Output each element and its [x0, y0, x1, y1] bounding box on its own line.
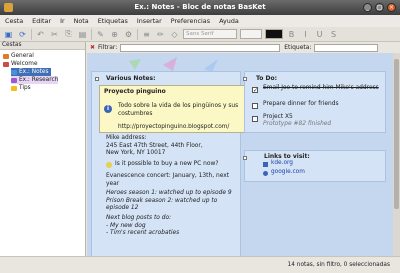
close-button[interactable]: × — [387, 3, 396, 12]
basket-icon — [11, 77, 17, 83]
tree-item-welcome[interactable]: Welcome — [3, 60, 38, 68]
minimize-button[interactable]: _ — [363, 3, 372, 12]
tag-filter-combo[interactable] — [314, 43, 379, 52]
paste-icon[interactable]: ▤ — [77, 29, 88, 40]
lightbulb-icon — [106, 161, 112, 168]
basket-icon — [11, 85, 17, 91]
collapse-toggle[interactable] — [243, 77, 247, 81]
font-combo[interactable]: Sans Serif — [183, 29, 237, 39]
address-line: Mike address: — [106, 135, 147, 141]
menu-nota[interactable]: Nota — [74, 17, 89, 25]
address-note[interactable]: Mike address: 245 East 47th Street, 44th… — [106, 135, 203, 158]
italic-icon[interactable]: I — [300, 29, 311, 40]
menu-etiquetas[interactable]: Etiquetas — [98, 17, 128, 25]
question-note[interactable]: Is it possible to buy a new PC now? — [106, 161, 218, 169]
refresh-icon[interactable]: ⟳ — [17, 29, 28, 40]
menu-bar: Cesta Editar Ir Nota Etiquetas Insertar … — [0, 15, 400, 27]
link-google[interactable]: google.com — [271, 169, 305, 175]
tree-item-ex-research[interactable]: Ex.: Research — [11, 76, 59, 84]
link-kde[interactable]: kde.org — [271, 160, 293, 166]
basket-tree: Cestas General Welcome Ex.: Notes Ex.: R… — [0, 42, 86, 270]
link-icon[interactable]: ⊕ — [109, 29, 120, 40]
toolbar-separator — [31, 28, 32, 40]
various-notes-title: Various Notes: — [106, 75, 156, 82]
todo-checkbox[interactable] — [252, 103, 258, 109]
links-title: Links to visit: — [264, 153, 310, 160]
underline-icon[interactable]: U — [314, 29, 325, 40]
todo-item-text[interactable]: Email Joe to remind him Mike's address — [263, 85, 383, 93]
tip-note[interactable]: Proyecto pinguino i Todo sobre la vida d… — [99, 85, 256, 133]
settings-icon[interactable]: ⚙ — [123, 29, 134, 40]
collapse-toggle[interactable] — [243, 156, 247, 160]
filter-bar: ✖ Filtrar: Etiqueta: — [87, 42, 400, 53]
todo-item-text[interactable]: Prepare dinner for friends — [263, 101, 339, 109]
tree-item-ex-notes[interactable]: Ex.: Notes — [11, 68, 52, 76]
toolbar-separator — [137, 28, 138, 40]
scrollbar-thumb[interactable] — [394, 59, 399, 209]
menu-preferencias[interactable]: Preferencias — [171, 17, 210, 25]
menu-insertar[interactable]: Insertar — [137, 17, 162, 25]
text-color-picker[interactable] — [265, 29, 283, 39]
vertical-scrollbar[interactable] — [393, 53, 400, 256]
question-text: Is it possible to buy a new PC now? — [115, 161, 219, 167]
tree-item-general[interactable]: General — [3, 52, 34, 60]
new-basket-icon[interactable]: ▣ — [3, 29, 14, 40]
menu-ir[interactable]: Ir — [60, 17, 65, 25]
window-title: Ex.: Notes - Bloc de notas BasKet — [134, 3, 266, 11]
basket-icon — [11, 69, 17, 75]
menu-ayuda[interactable]: Ayuda — [219, 17, 239, 25]
tip-title: Proyecto pinguino — [104, 88, 166, 95]
status-bar: 14 notas, sin filtro, 0 seleccionadas — [0, 256, 400, 273]
align-icon[interactable]: ≡ — [141, 29, 152, 40]
pin-decoration-icon — [129, 59, 141, 70]
tree-item-tips[interactable]: Tips — [11, 84, 31, 92]
blog-line: Next blog posts to do: — [106, 215, 172, 221]
copy-icon[interactable]: ⎘ — [63, 29, 74, 40]
todo-title: To Do: — [256, 75, 278, 82]
collapse-toggle[interactable] — [95, 77, 99, 81]
menu-editar[interactable]: Editar — [32, 17, 51, 25]
concert-note[interactable]: Evanescence concert: January, 13th, next… — [106, 173, 229, 188]
todo-subtext: Prototype #82 finished — [263, 121, 332, 127]
tip-url[interactable]: http://proyectopinguino.blogspot.com/ — [118, 124, 229, 130]
menu-cesta[interactable]: Cesta — [5, 17, 23, 25]
filter-input[interactable] — [120, 43, 281, 52]
address-line: 245 East 47th Street, 44th Floor, — [106, 142, 203, 149]
info-icon: i — [104, 105, 112, 113]
address-line: New York, NY 10017 — [106, 150, 166, 157]
basket-icon — [3, 53, 9, 59]
concert-line: Evanescence concert: January, 13th, next — [106, 173, 230, 179]
strikethrough-icon[interactable]: S — [328, 29, 339, 40]
kde-icon — [263, 162, 268, 167]
basket-tree-header: Cestas — [0, 42, 85, 50]
cut-icon[interactable]: ✂ — [49, 29, 60, 40]
basket-icon — [3, 61, 9, 67]
todo-checkbox[interactable] — [252, 116, 258, 122]
title-bar: Ex.: Notes - Bloc de notas BasKet _ □ × — [0, 0, 400, 15]
clear-filter-icon[interactable]: ✖ — [90, 44, 95, 51]
size-combo[interactable] — [240, 29, 262, 39]
toolbar: ▣ ⟳ ↶ ✂ ⎘ ▤ ✎ ⊕ ⚙ ≡ ✏ ◇ Sans Serif B I U… — [0, 27, 400, 42]
status-text: 14 notas, sin filtro, 0 seleccionadas — [287, 262, 390, 268]
new-note-icon[interactable]: ✎ — [95, 29, 106, 40]
blog-note[interactable]: Next blog posts to do: - My new dog - Ti… — [106, 215, 179, 238]
series-note[interactable]: Heroes season 1: watched up to episode 9… — [106, 190, 232, 213]
series-line: Heroes season 1: watched up to episode 9 — [106, 190, 232, 196]
series-line: Prison Break season 2: watched up to — [106, 197, 218, 204]
tag-icon[interactable]: ◇ — [169, 29, 180, 40]
bold-icon[interactable]: B — [286, 29, 297, 40]
blog-line: - Tim's recent acrobaties — [106, 230, 180, 237]
tag-filter-label: Etiqueta: — [284, 44, 312, 51]
blog-line: - My new dog — [106, 222, 146, 229]
series-line: episode 12 — [106, 205, 139, 212]
toolbar-separator — [91, 28, 92, 40]
tip-body: Todo sobre la vida de los pingüinos y su… — [118, 103, 239, 117]
todo-checkbox[interactable]: ✓ — [252, 87, 258, 94]
undo-icon[interactable]: ↶ — [35, 29, 46, 40]
draw-icon[interactable]: ✏ — [155, 29, 166, 40]
globe-icon — [263, 171, 268, 176]
concert-line: year — [106, 180, 120, 187]
maximize-button[interactable]: □ — [375, 3, 384, 12]
filter-label: Filtrar: — [98, 44, 118, 51]
